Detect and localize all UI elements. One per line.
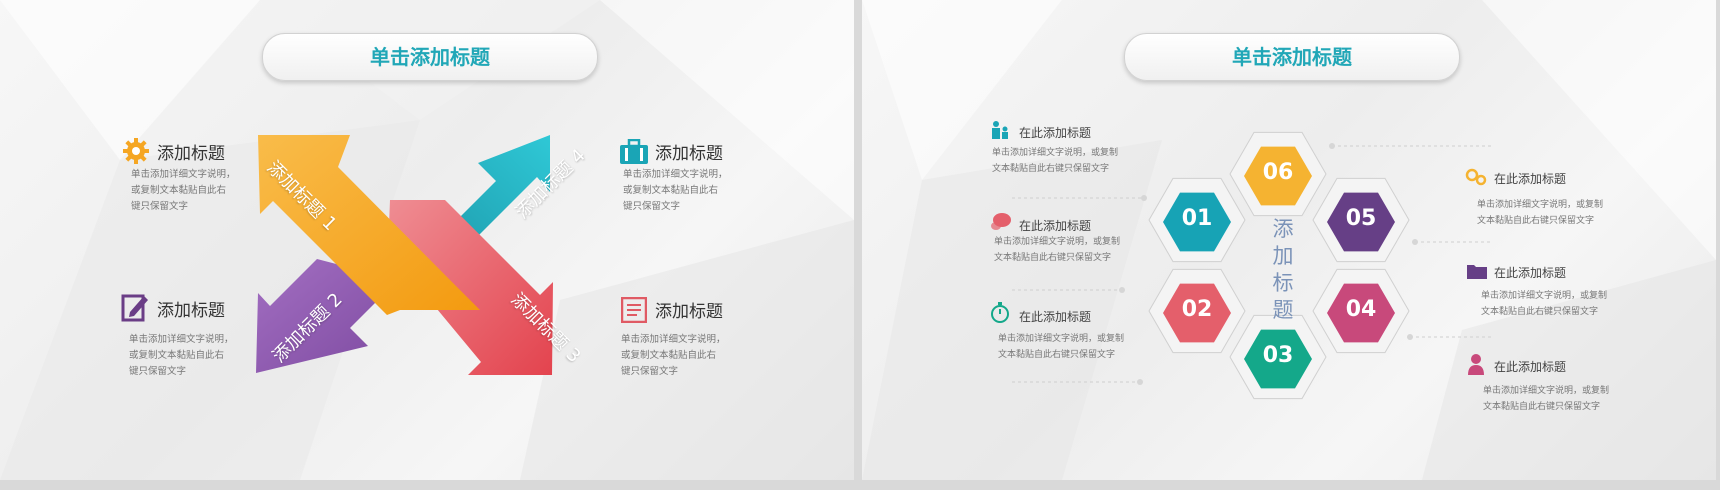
hex-01-label[interactable]: 01 xyxy=(1167,206,1227,231)
center-vertical-title: 添加标题 xyxy=(1272,217,1294,322)
stopwatch-icon xyxy=(991,302,1009,323)
gears-icon xyxy=(1465,168,1487,186)
right-item-3-title[interactable]: 在此添加标题 xyxy=(1494,358,1566,375)
gear-icon xyxy=(123,138,149,164)
hex-02-label[interactable]: 02 xyxy=(1167,297,1227,322)
left-item-1-title[interactable]: 在此添加标题 xyxy=(1019,124,1091,141)
item-3-desc: 单击添加详细文字说明， 或复制文本黏贴自此右 键只保留文字 xyxy=(623,169,728,212)
chat-bubble-icon xyxy=(991,213,1011,230)
item-2-desc: 单击添加详细文字说明， 或复制文本黏贴自此右 键只保留文字 xyxy=(129,334,234,377)
left-item-3-title[interactable]: 在此添加标题 xyxy=(1019,308,1091,325)
page-title[interactable]: 单击添加标题 xyxy=(262,33,598,81)
item-2-title[interactable]: 添加标题 xyxy=(157,296,225,321)
slide-right: 单击添加标题 添加标题 01 02 03 04 05 06 在此添加标题 单击添… xyxy=(862,0,1716,480)
user-icon xyxy=(1468,354,1484,375)
right-item-3-desc: 单击添加详细文字说明，或复制 文本黏贴自此右键只保留文字 xyxy=(1483,386,1610,412)
edit-icon xyxy=(121,294,148,322)
right-item-1-title[interactable]: 在此添加标题 xyxy=(1494,170,1566,187)
item-1-title[interactable]: 添加标题 xyxy=(157,139,225,164)
right-item-2-title[interactable]: 在此添加标题 xyxy=(1494,264,1566,281)
hex-06-label[interactable]: 06 xyxy=(1248,160,1308,185)
left-item-2-title[interactable]: 在此添加标题 xyxy=(1019,217,1091,234)
document-icon xyxy=(621,297,647,323)
slide-left: 单击添加标题 添加标题 1 添加标题 2 添加标题 3 添加标题 4 添加标题 xyxy=(0,0,854,480)
item-4-desc: 单击添加详细文字说明， 或复制文本黏贴自此右 键只保留文字 xyxy=(621,334,726,377)
briefcase-icon xyxy=(620,139,648,164)
item-4-title[interactable]: 添加标题 xyxy=(655,297,723,322)
folder-icon xyxy=(1467,265,1487,279)
hex-05-label[interactable]: 05 xyxy=(1331,206,1391,231)
item-3-title[interactable]: 添加标题 xyxy=(655,139,723,164)
right-item-2-desc: 单击添加详细文字说明，或复制 文本黏贴自此右键只保留文字 xyxy=(1481,291,1608,317)
left-item-3-desc: 单击添加详细文字说明，或复制 文本黏贴自此右键只保留文字 xyxy=(998,334,1125,360)
left-item-1-desc: 单击添加详细文字说明，或复制 文本黏贴自此右键只保留文字 xyxy=(992,148,1119,174)
item-1-desc: 单击添加详细文字说明， 或复制文本黏贴自此右 键只保留文字 xyxy=(131,169,236,212)
people-icon xyxy=(992,121,1008,139)
right-item-1-desc: 单击添加详细文字说明，或复制 文本黏贴自此右键只保留文字 xyxy=(1477,200,1604,226)
hex-04-label[interactable]: 04 xyxy=(1331,297,1391,322)
left-item-2-desc: 单击添加详细文字说明，或复制 文本黏贴自此右键只保留文字 xyxy=(994,237,1121,263)
hex-03-label[interactable]: 03 xyxy=(1248,343,1308,368)
